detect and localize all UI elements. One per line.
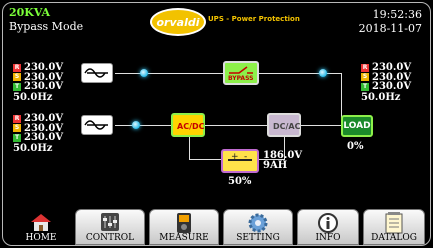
tab-info-label: INFO [315,233,341,243]
bypass-line-left [115,73,223,74]
sliders-icon [101,213,119,231]
inverter-label: DC/AC [273,122,301,131]
phase-s-tag: S [13,124,21,133]
battery-icon: + - [228,152,252,162]
load-percent: 0% [347,141,364,152]
rect-to-inv-line [205,125,267,126]
brand-logo: orvaldi [150,8,206,36]
output-readings: R 230.0V S 230.0V T 230.0V 50.0Hz [361,63,411,102]
phase-t-tag: T [13,133,21,142]
clock-time: 19:52:36 [372,8,422,21]
main-ac-source[interactable] [81,115,113,135]
sine-wave-icon [84,68,108,78]
bypass-block[interactable]: BYPASS [223,61,259,85]
tab-bar: HOME CONTROL MEASURE SETTING INFO DATALO… [3,209,430,245]
rectifier-label: AC/DC [177,122,205,131]
tab-measure[interactable]: MEASURE [149,209,219,245]
tab-info[interactable]: INFO [297,209,359,245]
output-frequency: 50.0Hz [361,91,401,103]
tab-setting[interactable]: SETTING [223,209,293,245]
tab-home-label: HOME [25,233,57,243]
battery-capacity: 9AH [263,160,288,171]
phase-r-tag: R [361,63,369,72]
main-flow-dot [132,121,140,129]
logo-text: orvaldi [156,15,200,29]
battery-branch-line [189,137,190,159]
phase-t-tag: T [13,82,21,91]
tab-home[interactable]: HOME [11,209,71,245]
load-label: LOAD [343,121,371,131]
tab-setting-label: SETTING [236,233,280,243]
tab-control-label: CONTROL [85,233,135,243]
battery-block[interactable]: + - [221,149,259,173]
tab-control[interactable]: CONTROL [75,209,145,245]
battery-charge: 50% [228,176,252,187]
main-voltage-t: 230.0V [24,132,64,143]
svg-text:+: + [231,152,239,162]
clock-date: 2018-11-07 [358,22,422,35]
inv-to-load-line [301,125,341,126]
ups-screen: 20KVA Bypass Mode orvaldi UPS - Power Pr… [0,0,433,248]
bypass-input-readings: R 230.0V S 230.0V T 230.0V 50.0Hz [13,63,63,102]
header: 20KVA Bypass Mode orvaldi UPS - Power Pr… [3,3,430,39]
phase-s-tag: S [13,73,21,82]
main-frequency: 50.0Hz [13,142,53,154]
main-line [115,125,171,126]
model-label: 20KVA [9,6,51,19]
inverter-block[interactable]: DC/AC [267,113,301,137]
display-frame: 20KVA Bypass Mode orvaldi UPS - Power Pr… [2,2,431,246]
rectifier-block[interactable]: AC/DC [171,113,205,137]
svg-text:-: - [244,152,247,162]
bypass-label: BYPASS [228,75,254,82]
bypass-frequency: 50.0Hz [13,91,53,103]
phase-t-tag: T [361,82,369,91]
notepad-icon [385,212,403,234]
phase-r-tag: R [13,114,21,123]
gear-icon [248,213,268,233]
main-input-readings: R 230.0V S 230.0V T 230.0V 50.0Hz [13,114,63,153]
logo-subtitle: UPS - Power Protection [208,15,300,23]
bypass-flow-dot [140,69,148,77]
bypass-line-right [259,73,341,74]
tab-measure-label: MEASURE [159,233,209,243]
bypass-voltage-t: 230.0V [24,81,64,92]
home-icon [31,214,51,231]
tab-datalog-label: DATALOG [371,233,417,243]
tab-datalog[interactable]: DATALOG [363,209,425,245]
sine-wave-icon [84,120,108,130]
load-block[interactable]: LOAD [341,115,373,137]
mode-label: Bypass Mode [9,20,84,33]
meter-icon [177,213,191,233]
phase-s-tag: S [361,73,369,82]
output-flow-dot [319,69,327,77]
info-icon [318,213,338,233]
bypass-ac-source[interactable] [81,63,113,83]
phase-r-tag: R [13,63,21,72]
output-voltage-t: 230.0V [372,81,412,92]
